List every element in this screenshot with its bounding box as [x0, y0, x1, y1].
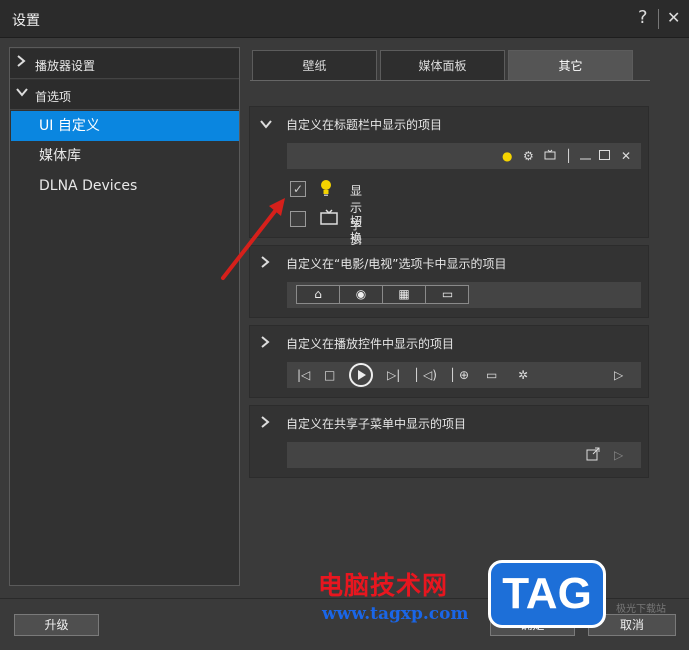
- title-bar: 设置 ? ✕: [0, 0, 689, 38]
- title-separator: [658, 9, 659, 29]
- sidebar-group-label: 播放器设置: [35, 59, 96, 73]
- cast-icon: ▷: [614, 448, 624, 462]
- sidebar-item-media-library[interactable]: 媒体库: [11, 141, 239, 171]
- chevron-right-icon: [260, 416, 274, 431]
- titlebar-preview-strip: ● ⚙ │ ✕: [287, 143, 641, 169]
- gear-icon: ⚙: [523, 149, 534, 163]
- movie-tab-preview-strip: ⌂ ◉ ▦ ▭: [287, 282, 641, 308]
- watermark-small-text: 极光下载站: [616, 604, 666, 615]
- watermark-site-name: 电脑技术网: [318, 571, 449, 600]
- separator-icon: │: [565, 149, 573, 163]
- separator-icon: │: [449, 368, 457, 382]
- upgrade-button[interactable]: 升级: [14, 614, 99, 636]
- section-header[interactable]: 自定义在播放控件中显示的项目: [260, 335, 454, 352]
- home-icon: ⌂: [297, 286, 340, 303]
- section-title: 自定义在“电影/电视”选项卡中显示的项目: [286, 257, 507, 271]
- skip-next-icon: ▷|: [387, 368, 401, 382]
- play-icon: [349, 363, 373, 387]
- section-movie-tab-items: 自定义在“电影/电视”选项卡中显示的项目 ⌂ ◉ ▦ ▭: [249, 245, 649, 318]
- separator-icon: │: [413, 368, 421, 382]
- section-playback-items: 自定义在播放控件中显示的项目 |◁ □ ▷| │ ◁) │ ⊕ ▭ ✲ ▷: [249, 325, 649, 398]
- tv-icon: [320, 209, 338, 229]
- section-title: 自定义在播放控件中显示的项目: [286, 337, 455, 351]
- chevron-down-icon: [16, 86, 28, 101]
- chevron-down-icon: [260, 118, 274, 132]
- disc-icon: ◉: [340, 286, 383, 303]
- section-share-items: 自定义在共享子菜单中显示的项目 ▷: [249, 405, 649, 478]
- tab-bar: 壁纸 媒体面板 其它: [250, 50, 650, 81]
- share-preview-strip: ▷: [287, 442, 641, 468]
- sidebar-item-dlna-devices[interactable]: DLNA Devices: [11, 171, 239, 201]
- settings-sidebar: 播放器设置 首选项 UI 自定义 媒体库 DLNA Devices: [9, 47, 240, 586]
- screen-icon: ▷: [614, 368, 624, 382]
- skip-previous-icon: |◁: [297, 368, 311, 382]
- section-header[interactable]: 自定义在共享子菜单中显示的项目: [260, 415, 466, 432]
- section-header[interactable]: 自定义在标题栏中显示的项目: [260, 116, 442, 133]
- tab-wallpaper[interactable]: 壁纸: [252, 50, 377, 80]
- chevron-right-icon: [16, 55, 26, 70]
- window-title: 设置: [12, 13, 40, 29]
- lightbulb-icon: [320, 179, 332, 201]
- close-icon: ✕: [621, 149, 632, 163]
- segment-group: ⌂ ◉ ▦ ▭: [296, 285, 469, 304]
- section-title: 自定义在共享子菜单中显示的项目: [286, 417, 467, 431]
- film-icon: ▦: [383, 286, 426, 303]
- maximize-icon: [599, 148, 610, 164]
- external-link-icon: [586, 447, 600, 465]
- sidebar-group-player-settings[interactable]: 播放器设置: [10, 49, 239, 79]
- settings-icon: ✲: [518, 368, 529, 382]
- watermark-tag-logo: TAG: [488, 560, 606, 628]
- tab-media-panel[interactable]: 媒体面板: [380, 50, 505, 80]
- sidebar-group-label: 首选项: [35, 90, 72, 104]
- annotation-arrow: [221, 198, 285, 280]
- playback-preview-strip: |◁ □ ▷| │ ◁) │ ⊕ ▭ ✲ ▷: [287, 362, 641, 388]
- watermark-url: www.tagxp.com: [322, 604, 469, 624]
- minimize-icon: [580, 148, 591, 164]
- sidebar-item-ui-customize[interactable]: UI 自定义: [11, 111, 239, 141]
- section-titlebar-items: 自定义在标题栏中显示的项目 ● ⚙ │ ✕ ✓ 显示学习中心 切换至 TV 模式: [249, 106, 649, 310]
- sidebar-group-preferences[interactable]: 首选项: [10, 80, 239, 110]
- section-title: 自定义在标题栏中显示的项目: [286, 118, 443, 132]
- volume-icon: ◁): [423, 368, 437, 382]
- help-icon[interactable]: ?: [638, 8, 648, 28]
- vr-icon: ▭: [486, 368, 498, 382]
- chevron-right-icon: [260, 336, 274, 351]
- lightbulb-icon: ●: [502, 149, 513, 163]
- tv-icon: ▭: [441, 287, 454, 301]
- zoom-icon: ⊕: [459, 368, 470, 382]
- stop-icon: □: [324, 368, 336, 382]
- close-icon[interactable]: ✕: [667, 8, 680, 28]
- section-header[interactable]: 自定义在“电影/电视”选项卡中显示的项目: [260, 255, 506, 272]
- tv-icon: [544, 148, 556, 164]
- tab-other[interactable]: 其它: [508, 50, 633, 80]
